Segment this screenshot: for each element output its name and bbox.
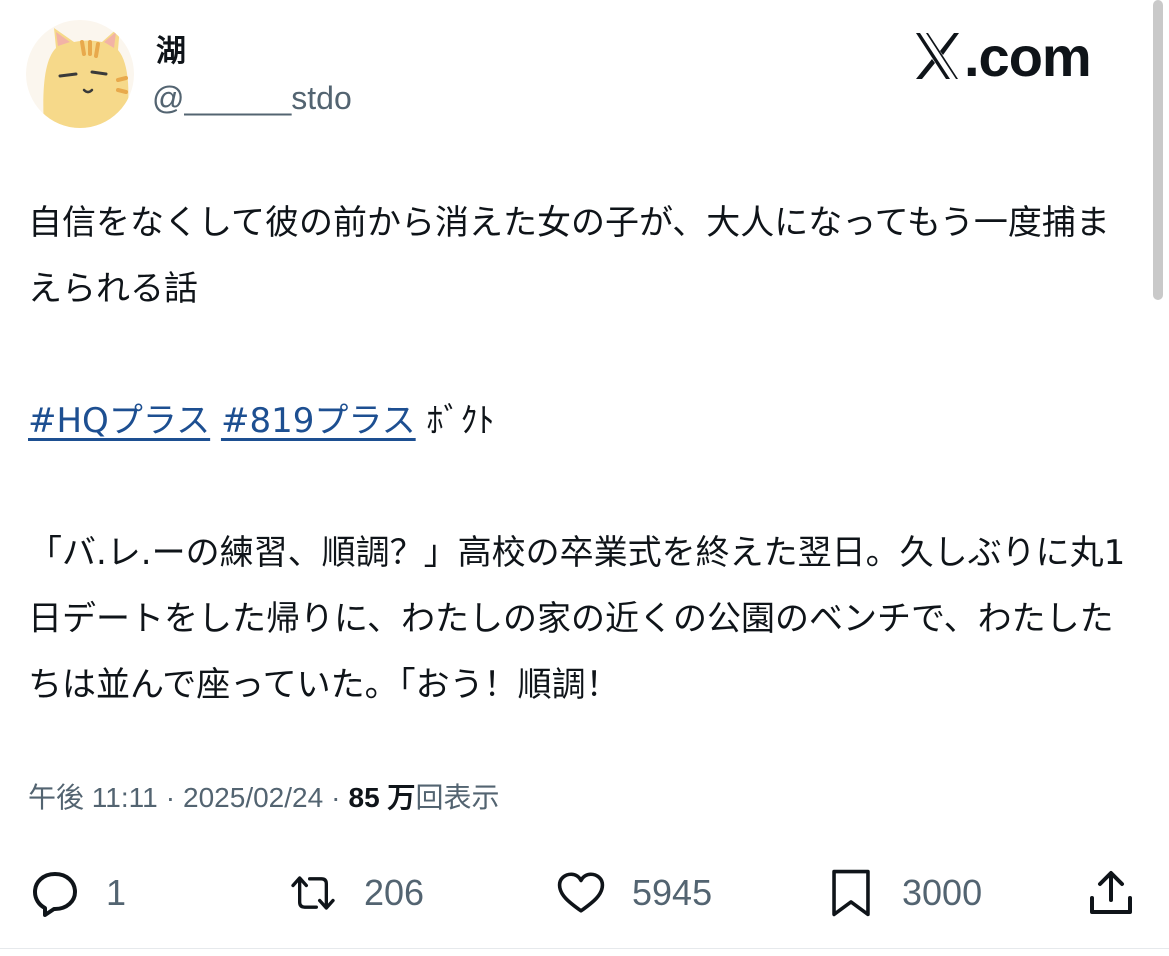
heart-icon <box>557 872 605 913</box>
brand-text: .com <box>964 24 1092 88</box>
views-label: 回表示 <box>415 782 500 813</box>
share-button[interactable] <box>1086 858 1136 928</box>
share-icon <box>1090 871 1132 914</box>
views-count: 85 万 <box>348 782 416 813</box>
action-bar: 1 206 5945 3000 <box>0 858 1169 928</box>
post-meta: 午後 11:11 · 2025/02/24 · 85 万回表示 <box>28 778 499 818</box>
repost-count: 206 <box>364 872 425 913</box>
hashtag-link[interactable]: #819プラス <box>221 401 416 441</box>
bookmark-icon <box>832 869 870 917</box>
brand-watermark: .com <box>914 24 1092 88</box>
meta-separator: · <box>165 782 176 813</box>
hashtag-line: #HQプラス #819プラス ﾎﾞｸﾄ <box>28 388 1138 454</box>
like-count: 5945 <box>632 872 713 913</box>
avatar[interactable] <box>26 20 134 128</box>
reply-icon <box>33 872 77 917</box>
hashtag-link[interactable]: #HQプラス <box>28 401 210 441</box>
display-name[interactable]: 湖 <box>156 34 186 70</box>
divider <box>0 948 1169 949</box>
reply-button[interactable]: 1 <box>30 858 126 928</box>
reply-count: 1 <box>106 872 127 913</box>
bookmark-button[interactable]: 3000 <box>826 858 982 928</box>
post-body: 自信をなくして彼の前から消えた女の子が、大人になってもう一度捕まえられる話 #H… <box>28 190 1138 718</box>
post-text: 「バ.レ.ーの練習、順調？」高校の卒業式を終えた翌日。久しぶりに丸1日デートをし… <box>28 533 1126 705</box>
meta-separator: · <box>331 782 341 813</box>
hashtag-suffix: ﾎﾞｸﾄ <box>426 401 495 441</box>
post-time[interactable]: 午後 11:11 <box>28 782 158 813</box>
cat-avatar-icon <box>43 26 129 128</box>
post-text: 自信をなくして彼の前から消えた女の子が、大人になってもう一度捕まえられる話 <box>28 203 1110 309</box>
x-logo-icon <box>916 33 959 79</box>
user-handle[interactable]: @______stdo <box>152 78 352 118</box>
repost-icon <box>291 876 335 910</box>
post-date[interactable]: 2025/02/24 <box>183 782 323 813</box>
scrollbar[interactable] <box>1153 0 1163 300</box>
bookmark-count: 3000 <box>902 872 983 913</box>
like-button[interactable]: 5945 <box>556 858 712 928</box>
repost-button[interactable]: 206 <box>288 858 424 928</box>
